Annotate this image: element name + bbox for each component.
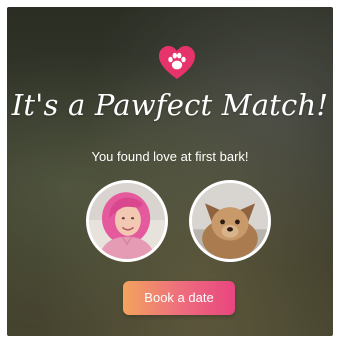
- match-content: It's a Pawfect Match! You found love at …: [7, 7, 333, 336]
- dog-avatar: [189, 180, 271, 262]
- book-date-button[interactable]: Book a date: [123, 281, 235, 315]
- match-subtitle: You found love at first bark!: [91, 149, 249, 164]
- user-avatar: [86, 180, 168, 262]
- match-title: It's a Pawfect Match!: [11, 88, 329, 122]
- heart-paw-icon: [157, 43, 197, 83]
- match-card: It's a Pawfect Match! You found love at …: [7, 7, 333, 336]
